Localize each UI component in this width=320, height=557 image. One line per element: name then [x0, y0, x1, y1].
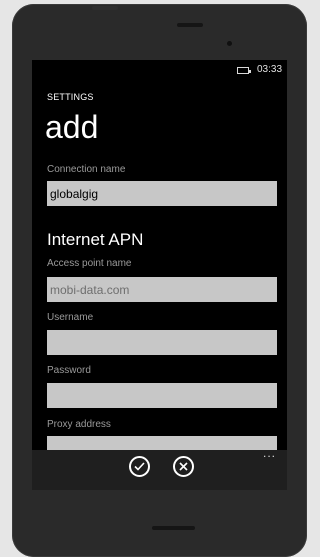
phone-screen: 03:33 SETTINGS add Connection name globa…	[32, 60, 287, 490]
section-title: Internet APN	[47, 230, 144, 249]
page-title: add	[45, 109, 99, 145]
more-options-button[interactable]: ...	[263, 446, 276, 460]
save-button[interactable]	[129, 456, 150, 477]
username-input[interactable]	[47, 330, 277, 355]
app-bar: ...	[32, 446, 287, 490]
status-bar: 03:33	[32, 60, 287, 82]
access-point-name-input[interactable]: mobi-data.com	[47, 277, 277, 302]
battery-icon	[237, 67, 251, 74]
home-bar	[152, 526, 195, 530]
cancel-button[interactable]	[173, 456, 194, 477]
app-title: SETTINGS	[47, 92, 94, 102]
connection-name-input[interactable]: globalgig	[47, 181, 277, 206]
speaker-grille	[177, 23, 203, 27]
username-label: Username	[47, 312, 94, 323]
check-icon	[134, 462, 145, 471]
power-button	[92, 6, 118, 10]
connection-name-label: Connection name	[47, 164, 126, 175]
proxy-address-label: Proxy address	[47, 419, 111, 430]
status-time: 03:33	[257, 64, 283, 75]
front-camera	[227, 41, 232, 46]
close-icon	[179, 462, 188, 471]
password-label: Password	[47, 365, 91, 376]
access-point-name-label: Access point name	[47, 258, 132, 269]
password-input[interactable]	[47, 383, 277, 408]
